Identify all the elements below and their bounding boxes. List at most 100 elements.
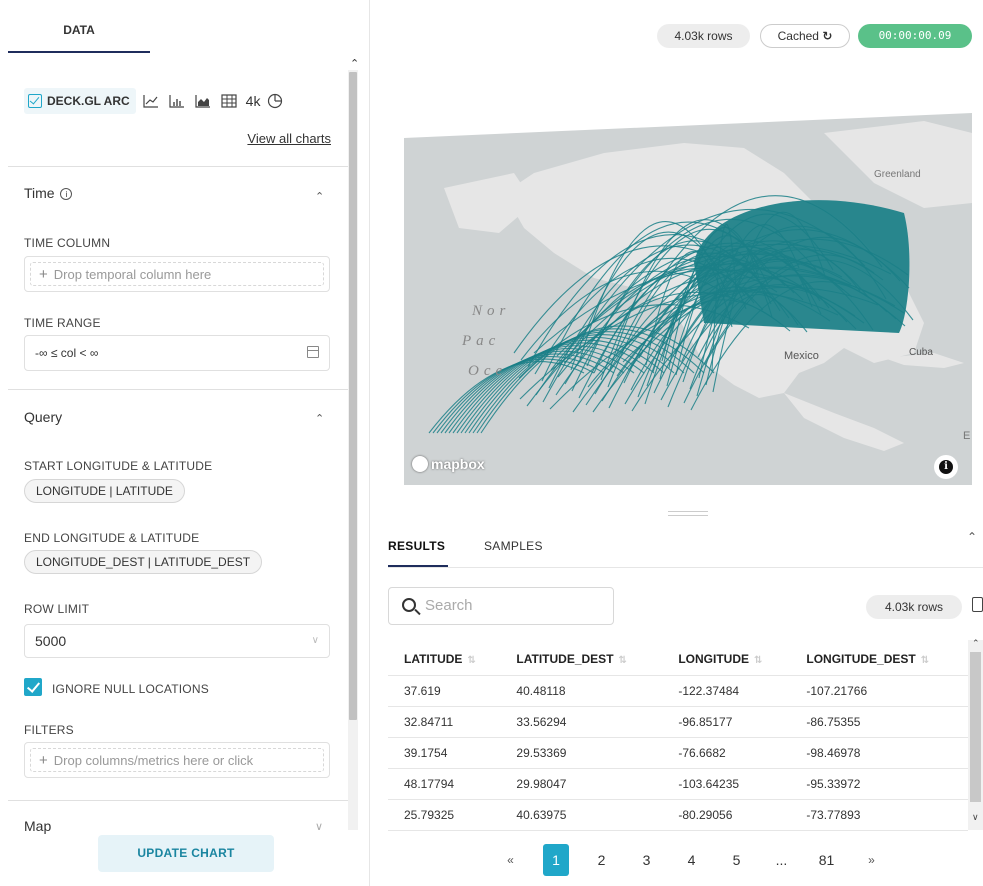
filters-dropzone[interactable]: + Drop columns/metrics here or click — [24, 742, 330, 778]
bar-chart-icon[interactable] — [166, 90, 188, 112]
control-panel: DATA ⌃ DECK.GL ARC 4k View all charts Ti… — [0, 0, 370, 886]
resize-handle[interactable] — [668, 511, 708, 516]
prev-page-button[interactable]: « — [488, 844, 533, 876]
time-section-title[interactable]: Time i — [24, 185, 73, 201]
ocean-label-2: Pac — [461, 333, 500, 349]
info-icon: i — [60, 188, 73, 201]
column-header[interactable]: LATITUDE_DEST ⇅ — [500, 643, 663, 676]
tab-results[interactable]: RESULTS — [388, 539, 445, 553]
edge-label: E — [963, 430, 970, 442]
end-lonlat-label: END LONGITUDE & LATITUDE — [24, 531, 200, 545]
scroll-up-icon[interactable]: ⌃ — [350, 57, 359, 70]
elapsed-timer: 00:00:00.09 — [858, 24, 972, 48]
next-page-button[interactable]: » — [849, 844, 894, 876]
update-chart-button[interactable]: UPDATE CHART — [98, 835, 274, 872]
chevron-up-icon[interactable]: ⌃ — [315, 190, 324, 203]
cached-button[interactable]: Cached ↻ — [760, 24, 850, 48]
column-header[interactable]: LATITUDE ⇅ — [388, 643, 501, 676]
tab-data[interactable]: DATA — [8, 0, 150, 53]
page-button[interactable]: 2 — [579, 844, 624, 876]
table-cell: -103.64235 — [662, 768, 791, 800]
filters-label: FILTERS — [24, 723, 74, 737]
tab-samples[interactable]: SAMPLES — [484, 539, 543, 553]
table-cell: 37.619 — [388, 675, 501, 707]
table-cell: -86.75355 — [790, 706, 968, 738]
column-header[interactable]: LONGITUDE ⇅ — [662, 643, 791, 676]
page-button[interactable]: 5 — [714, 844, 759, 876]
chevron-down-icon[interactable]: ∨ — [315, 820, 323, 833]
page-button[interactable]: 4 — [669, 844, 714, 876]
divider — [8, 166, 348, 167]
chevron-up-icon[interactable]: ⌃ — [315, 412, 324, 425]
divider — [8, 389, 348, 390]
row-limit-select[interactable]: 5000 ∨ — [24, 624, 330, 658]
divider — [388, 567, 983, 568]
row-limit-label: ROW LIMIT — [24, 602, 90, 616]
line-chart-icon[interactable] — [140, 90, 162, 112]
big-number-icon[interactable]: 4k — [246, 93, 261, 109]
panel-scrollbar-thumb[interactable] — [349, 72, 357, 720]
area-chart-icon[interactable] — [192, 90, 214, 112]
map-canvas: Greenland Mexico Cuba Nor Pac Oce E — [404, 113, 972, 485]
page-button[interactable]: 3 — [624, 844, 669, 876]
viz-type-selected[interactable]: DECK.GL ARC — [24, 88, 136, 114]
table-cell: -95.33972 — [790, 768, 968, 800]
row-count-badge: 4.03k rows — [657, 24, 750, 48]
viz-type-row: DECK.GL ARC 4k — [24, 88, 286, 114]
table-cell: 39.1754 — [388, 737, 501, 769]
table-cell: 29.53369 — [500, 737, 663, 769]
table-cell: -122.37484 — [662, 675, 791, 707]
table-cell: -80.29056 — [662, 799, 791, 831]
table-cell: 25.79325 — [388, 799, 501, 831]
results-table: LATITUDE ⇅ LATITUDE_DEST ⇅ LONGITUDE ⇅ LONG… — [388, 643, 968, 831]
copy-icon[interactable] — [972, 597, 983, 612]
table-cell: 40.48118 — [500, 675, 663, 707]
pie-chart-icon[interactable] — [264, 90, 286, 112]
sort-icon: ⇅ — [467, 654, 476, 666]
view-all-charts-link[interactable]: View all charts — [247, 131, 331, 146]
table-cell: -73.77893 — [790, 799, 968, 831]
chevron-up-icon[interactable]: ⌃ — [972, 638, 980, 649]
page-button-current[interactable]: 1 — [543, 844, 569, 876]
table-cell: 29.98047 — [500, 768, 663, 800]
chevron-up-icon[interactable]: ⌃ — [967, 530, 977, 544]
greenland-label: Greenland — [874, 169, 921, 180]
table-cell: -107.21766 — [790, 675, 968, 707]
chevron-down-icon: ∨ — [311, 635, 319, 646]
sort-icon: ⇅ — [618, 654, 627, 666]
end-lonlat-tag[interactable]: LONGITUDE_DEST | LATITUDE_DEST — [24, 550, 263, 574]
sort-icon: ⇅ — [754, 654, 763, 666]
table-icon[interactable] — [218, 90, 240, 112]
table-row: 39.1754 29.53369 -76.6682 -98.46978 — [388, 737, 968, 769]
ocean-label-1: Nor — [471, 303, 510, 319]
ocean-label-3: Oce — [468, 363, 507, 379]
plus-icon: + — [39, 752, 48, 769]
sort-icon: ⇅ — [920, 654, 930, 666]
map-section-title[interactable]: Map — [24, 818, 51, 834]
page-button[interactable]: 81 — [804, 844, 849, 876]
table-cell: -96.85177 — [662, 706, 791, 738]
divider — [8, 800, 348, 801]
row-count-badge: 4.03k rows — [866, 595, 962, 619]
arc-map[interactable]: Greenland Mexico Cuba Nor Pac Oce E — [404, 113, 972, 485]
time-range-input[interactable]: -∞ ≤ col < ∞ — [24, 335, 330, 371]
refresh-icon: ↻ — [822, 29, 833, 43]
table-row: 25.79325 40.63975 -80.29056 -73.77893 — [388, 799, 968, 831]
info-icon[interactable] — [934, 455, 958, 479]
chevron-down-icon[interactable]: ∨ — [972, 812, 979, 823]
time-column-dropzone[interactable]: + Drop temporal column here — [24, 256, 330, 292]
mapbox-logo[interactable]: mapbox — [412, 456, 485, 472]
ignore-null-checkbox[interactable] — [24, 678, 42, 696]
pagination: « 1 2 3 4 5 ... 81 » — [488, 844, 894, 876]
search-input[interactable]: Search — [388, 587, 614, 625]
start-lonlat-tag[interactable]: LONGITUDE | LATITUDE — [24, 479, 185, 503]
calendar-icon — [307, 346, 319, 358]
table-cell: -98.46978 — [790, 737, 968, 769]
table-row: 48.17794 29.98047 -103.64235 -95.33972 — [388, 768, 968, 800]
table-row: 37.619 40.48118 -122.37484 -107.21766 — [388, 675, 968, 707]
table-scrollbar-thumb[interactable] — [970, 652, 981, 802]
column-header[interactable]: LONGITUDE_DEST ⇅ — [790, 643, 968, 676]
query-section-title[interactable]: Query — [24, 409, 62, 425]
start-lonlat-label: START LONGITUDE & LATITUDE — [24, 459, 213, 473]
check-icon — [28, 94, 42, 108]
